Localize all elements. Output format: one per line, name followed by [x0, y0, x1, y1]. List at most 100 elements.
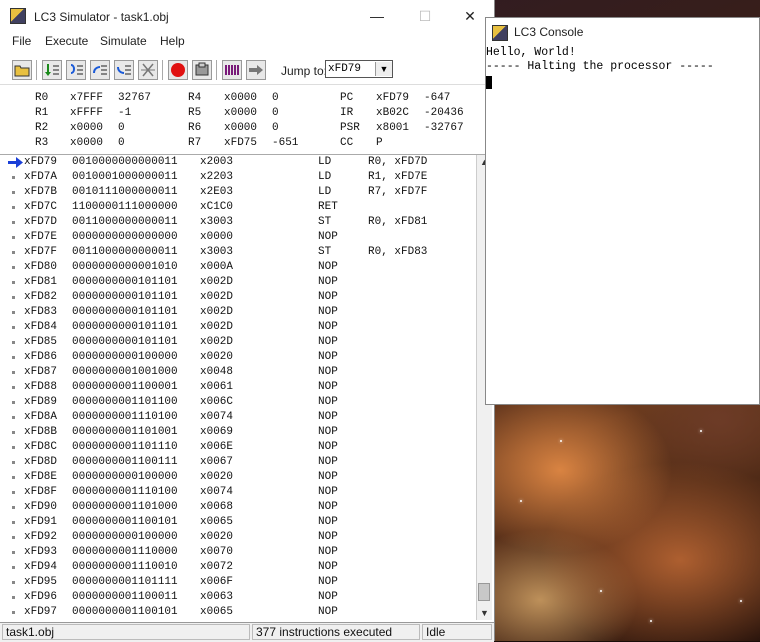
- table-row[interactable]: xFD7A 0010001000000011 x2203 LD R1, xFD7E: [0, 170, 476, 185]
- table-row[interactable]: xFD82 0000000000101101 x002D NOP: [0, 290, 476, 305]
- reg-dec[interactable]: 0: [272, 122, 279, 134]
- reg-hex[interactable]: xFD75: [224, 137, 257, 149]
- table-row[interactable]: xFD87 0000000001001000 x0048 NOP: [0, 365, 476, 380]
- memory-icon[interactable]: [222, 60, 242, 80]
- console-output[interactable]: Hello, World! ----- Halting the processo…: [486, 46, 714, 74]
- reg-hex[interactable]: x0000: [224, 92, 257, 104]
- table-row[interactable]: xFD7B 0010111000000011 x2E03 LD R7, xFD7F: [0, 185, 476, 200]
- step-in-icon[interactable]: [42, 60, 62, 80]
- table-row[interactable]: xFD88 0000000001100001 x0061 NOP: [0, 380, 476, 395]
- reg-hex[interactable]: x0000: [70, 137, 103, 149]
- table-row[interactable]: xFD8C 0000000001101110 x006E NOP: [0, 440, 476, 455]
- table-row[interactable]: xFD80 0000000000001010 x000A NOP: [0, 260, 476, 275]
- step-out-icon[interactable]: [90, 60, 110, 80]
- breakpoint-marker[interactable]: [12, 536, 15, 539]
- table-row[interactable]: xFD84 0000000000101101 x002D NOP: [0, 320, 476, 335]
- reg-dec[interactable]: -32767: [424, 122, 464, 134]
- table-row[interactable]: xFD91 0000000001100101 x0065 NOP: [0, 515, 476, 530]
- breakpoint-marker[interactable]: [12, 311, 15, 314]
- menu-execute[interactable]: Execute: [45, 34, 88, 48]
- table-row[interactable]: xFD96 0000000001100011 x0063 NOP: [0, 590, 476, 605]
- breakpoint-marker[interactable]: [12, 401, 15, 404]
- reg-hex[interactable]: x8001: [376, 122, 409, 134]
- breakpoint-marker[interactable]: [12, 431, 15, 434]
- reg-hex[interactable]: xFFFF: [70, 107, 103, 119]
- breakpoint-marker[interactable]: [12, 176, 15, 179]
- close-button[interactable]: ✕: [455, 6, 485, 26]
- menu-simulate[interactable]: Simulate: [100, 34, 147, 48]
- table-row[interactable]: xFD81 0000000000101101 x002D NOP: [0, 275, 476, 290]
- breakpoint-marker[interactable]: [12, 386, 15, 389]
- table-row[interactable]: xFD90 0000000001101000 x0068 NOP: [0, 500, 476, 515]
- simulator-titlebar[interactable]: LC3 Simulator - task1.obj — ☐ ✕: [0, 0, 494, 32]
- menu-help[interactable]: Help: [160, 34, 185, 48]
- breakpoint-marker[interactable]: [12, 596, 15, 599]
- table-row[interactable]: xFD8B 0000000001101001 x0069 NOP: [0, 425, 476, 440]
- table-row[interactable]: xFD83 0000000000101101 x002D NOP: [0, 305, 476, 320]
- reg-dec[interactable]: -1: [118, 107, 131, 119]
- table-row[interactable]: xFD8E 0000000000100000 x0020 NOP: [0, 470, 476, 485]
- reg-hex[interactable]: x0000: [224, 107, 257, 119]
- breakpoint-marker[interactable]: [12, 551, 15, 554]
- breakpoint-marker[interactable]: [12, 476, 15, 479]
- table-row[interactable]: xFD95 0000000001101111 x006F NOP: [0, 575, 476, 590]
- reg-dec[interactable]: 0: [272, 92, 279, 104]
- scroll-down-icon[interactable]: ▼: [477, 606, 492, 620]
- table-row[interactable]: xFD85 0000000000101101 x002D NOP: [0, 335, 476, 350]
- table-row[interactable]: xFD89 0000000001101100 x006C NOP: [0, 395, 476, 410]
- breakpoint-marker[interactable]: [12, 446, 15, 449]
- breakpoint-marker[interactable]: [12, 326, 15, 329]
- reg-dec[interactable]: -20436: [424, 107, 464, 119]
- breakpoint-marker[interactable]: [12, 341, 15, 344]
- reg-dec[interactable]: -647: [424, 92, 450, 104]
- table-row[interactable]: xFD93 0000000001110000 x0070 NOP: [0, 545, 476, 560]
- breakpoint-marker[interactable]: [12, 491, 15, 494]
- breakpoint-marker[interactable]: [12, 506, 15, 509]
- scroll-thumb[interactable]: [478, 583, 490, 601]
- table-row[interactable]: xFD7E 0000000000000000 x0000 NOP: [0, 230, 476, 245]
- breakpoint-marker[interactable]: [12, 461, 15, 464]
- breakpoint-marker[interactable]: [12, 251, 15, 254]
- breakpoint-marker[interactable]: [12, 221, 15, 224]
- breakpoint-marker[interactable]: [12, 206, 15, 209]
- reg-dec[interactable]: 0: [118, 137, 125, 149]
- reg-hex[interactable]: x0000: [224, 122, 257, 134]
- reg-hex[interactable]: P: [376, 137, 383, 149]
- reg-hex[interactable]: xFD79: [376, 92, 409, 104]
- reg-dec[interactable]: 32767: [118, 92, 151, 104]
- breakpoint-marker[interactable]: [12, 371, 15, 374]
- reg-dec[interactable]: 0: [272, 107, 279, 119]
- maximize-button[interactable]: ☐: [410, 6, 440, 26]
- table-row[interactable]: xFD7F 0011000000000011 x3003 ST R0, xFD83: [0, 245, 476, 260]
- minimize-button[interactable]: —: [362, 6, 392, 26]
- table-row[interactable]: xFD94 0000000001110010 x0072 NOP: [0, 560, 476, 575]
- reg-hex[interactable]: xB02C: [376, 107, 409, 119]
- go-icon[interactable]: [246, 60, 266, 80]
- table-row[interactable]: xFD92 0000000000100000 x0020 NOP: [0, 530, 476, 545]
- open-folder-icon[interactable]: [12, 60, 32, 80]
- breakpoint-toggle-icon[interactable]: [138, 60, 158, 80]
- table-row[interactable]: xFD8A 0000000001110100 x0074 NOP: [0, 410, 476, 425]
- menu-file[interactable]: File: [12, 34, 31, 48]
- breakpoint-marker[interactable]: [12, 416, 15, 419]
- console-titlebar[interactable]: LC3 Console: [486, 18, 760, 46]
- table-row[interactable]: xFD8D 0000000001100111 x0067 NOP: [0, 455, 476, 470]
- breakpoint-marker[interactable]: [12, 356, 15, 359]
- breakpoint-marker[interactable]: [12, 581, 15, 584]
- table-row[interactable]: xFD97 0000000001100101 x0065 NOP: [0, 605, 476, 620]
- reg-hex[interactable]: x7FFF: [70, 92, 103, 104]
- reg-hex[interactable]: x0000: [70, 122, 103, 134]
- breakpoint-marker[interactable]: [12, 296, 15, 299]
- table-row[interactable]: xFD8F 0000000001110100 x0074 NOP: [0, 485, 476, 500]
- reg-dec[interactable]: 0: [118, 122, 125, 134]
- table-row[interactable]: xFD7C 1100000111000000 xC1C0 RET: [0, 200, 476, 215]
- breakpoint-marker[interactable]: [12, 566, 15, 569]
- jump-dropdown-chevron-icon[interactable]: ▼: [375, 62, 392, 76]
- run-to-icon[interactable]: [114, 60, 134, 80]
- breakpoint-marker[interactable]: [12, 611, 15, 614]
- breakpoint-marker[interactable]: [12, 236, 15, 239]
- table-row[interactable]: xFD79 0010000000000011 x2003 LD R0, xFD7D: [0, 155, 476, 170]
- table-row[interactable]: xFD7D 0011000000000011 x3003 ST R0, xFD81: [0, 215, 476, 230]
- breakpoint-marker[interactable]: [12, 281, 15, 284]
- stop-icon[interactable]: [168, 60, 188, 80]
